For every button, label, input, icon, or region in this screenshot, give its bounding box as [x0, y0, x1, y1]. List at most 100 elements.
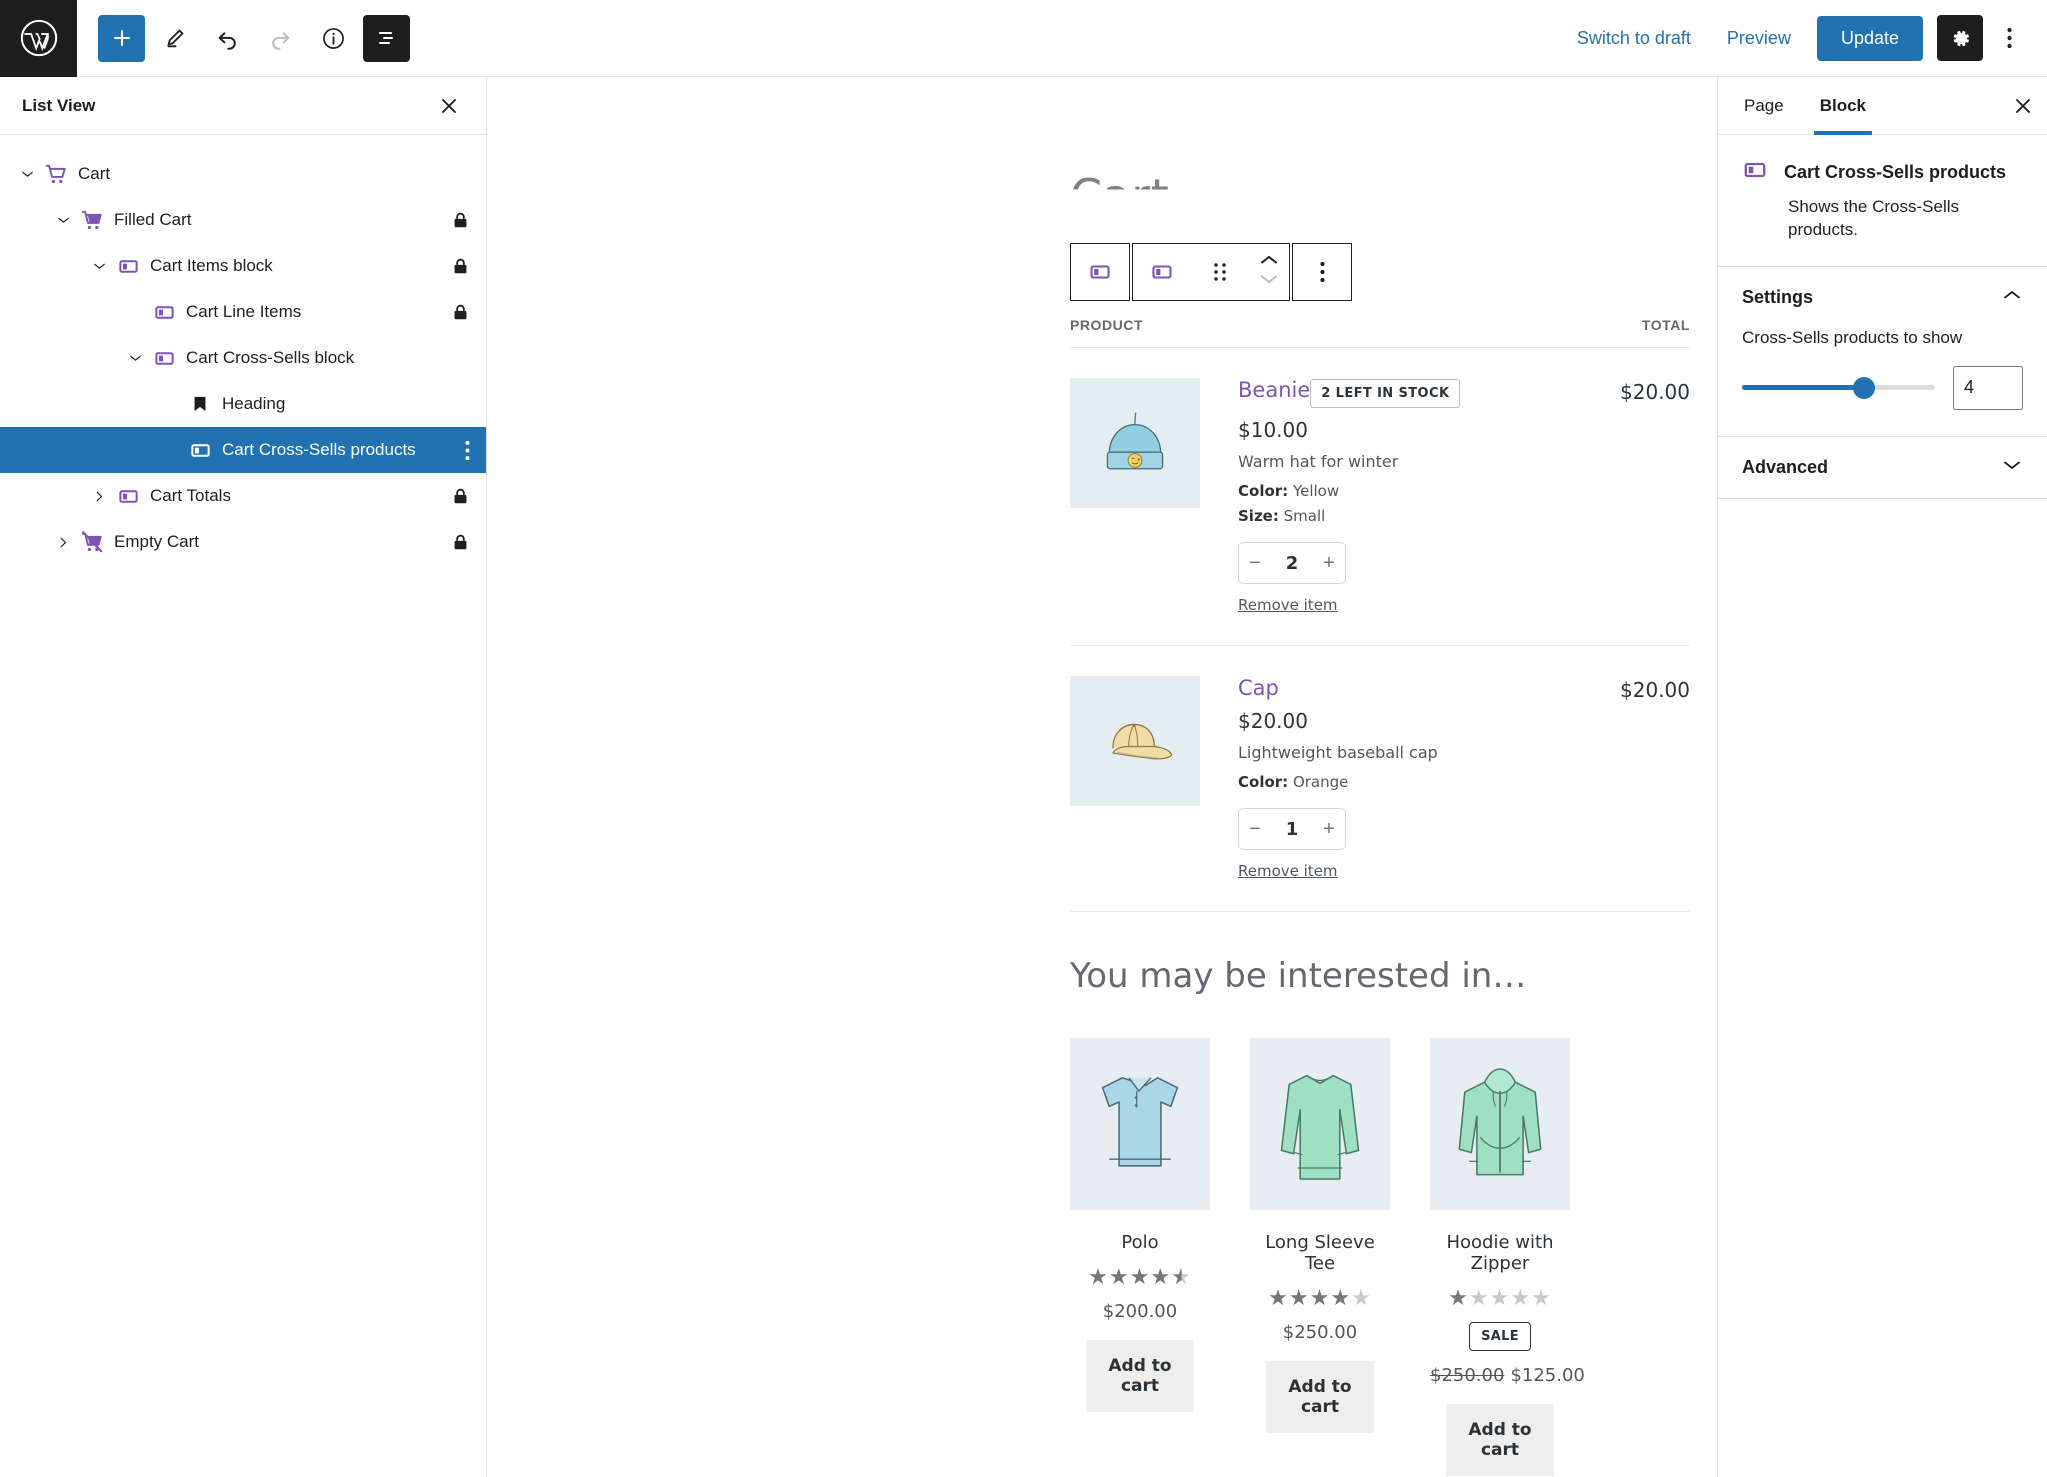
advanced-section-toggle[interactable]: Advanced — [1718, 437, 2047, 498]
star-icon-full: ★ — [1289, 1285, 1310, 1310]
editor-canvas: Cart — [487, 77, 1717, 1477]
block-columns-icon — [148, 301, 180, 324]
settings-section-toggle[interactable]: Settings — [1718, 267, 2047, 328]
list-view-item-label: Filled Cart — [114, 210, 191, 230]
select-parent-block-button[interactable] — [1071, 244, 1129, 300]
chevron-down-icon[interactable] — [14, 169, 40, 179]
block-toolbar — [1070, 243, 1352, 301]
cart-line-item: Cap$20.00Lightweight baseball capColor: … — [1070, 646, 1690, 912]
attribute-value: Orange — [1293, 773, 1348, 791]
quantity-stepper[interactable]: −2+ — [1238, 542, 1346, 584]
line-item-unit-price: $20.00 — [1238, 709, 1604, 733]
add-to-cart-button[interactable]: Add to cart — [1266, 1361, 1374, 1433]
list-view-item-label: Cart Items block — [150, 256, 273, 276]
close-icon[interactable] — [2013, 96, 2033, 116]
cart-empty-icon — [76, 530, 108, 554]
list-view-title: List View — [22, 96, 95, 116]
list-view-item-cart-cross-sells-block[interactable]: Cart Cross-Sells block — [0, 335, 486, 381]
add-block-button[interactable] — [98, 15, 145, 62]
remove-item-link[interactable]: Remove item — [1238, 596, 1338, 614]
quantity-stepper[interactable]: −1+ — [1238, 808, 1346, 850]
slider-thumb[interactable] — [1853, 377, 1875, 399]
line-item-total: $20.00 — [1604, 378, 1690, 404]
cross-sell-product-name[interactable]: Polo — [1070, 1232, 1210, 1253]
parent-block-group — [1070, 243, 1130, 301]
list-view-item-cart-cross-sells-products[interactable]: Cart Cross-Sells products — [0, 427, 486, 473]
list-view-item-cart[interactable]: Cart — [0, 151, 486, 197]
sale-badge: SALE — [1469, 1322, 1531, 1351]
star-icon-empty: ★ — [1531, 1285, 1552, 1310]
list-view-item-cart-totals[interactable]: Cart Totals — [0, 473, 486, 519]
close-icon[interactable] — [434, 91, 464, 121]
chevron-down-icon[interactable] — [1258, 272, 1280, 291]
list-view-item-empty-cart[interactable]: Empty Cart — [0, 519, 486, 565]
list-view-button[interactable] — [363, 15, 410, 62]
top-bar-actions: Switch to draft Preview Update — [1559, 15, 2047, 61]
quantity-increment-button[interactable]: + — [1313, 543, 1345, 583]
cross-sell-product-card: Hoodie with Zipper★★★★★SALE$250.00$125.0… — [1430, 1038, 1570, 1476]
quantity-value: 2 — [1271, 553, 1313, 574]
gear-icon[interactable] — [1937, 15, 1983, 61]
list-view-item-cart-line-items[interactable]: Cart Line Items — [0, 289, 486, 335]
star-icon-empty: ★ — [1490, 1285, 1511, 1310]
list-view-item-cart-items-block[interactable]: Cart Items block — [0, 243, 486, 289]
cross-sell-rating: ★★★★★ — [1430, 1287, 1570, 1309]
line-item-product-link[interactable]: Beanie — [1238, 378, 1310, 402]
chevron-right-icon[interactable] — [50, 536, 76, 549]
cross-sells-count-input[interactable] — [1953, 366, 2023, 410]
cross-sell-product-name[interactable]: Long Sleeve Tee — [1250, 1232, 1390, 1274]
cross-sells-count-slider[interactable] — [1742, 385, 1935, 390]
line-item-description: Lightweight baseball cap — [1238, 743, 1604, 762]
block-info: Cart Cross-Sells products Shows the Cros… — [1718, 135, 2047, 267]
block-options-kebab-icon[interactable] — [1293, 244, 1351, 300]
update-button[interactable]: Update — [1817, 16, 1923, 61]
cross-sell-product-name[interactable]: Hoodie with Zipper — [1430, 1232, 1570, 1274]
quantity-decrement-button[interactable]: − — [1239, 809, 1271, 849]
list-view-item-options-icon[interactable] — [465, 440, 470, 461]
block-columns-icon — [1742, 157, 1768, 188]
chevron-down-icon[interactable] — [50, 215, 76, 225]
chevron-down-icon — [2001, 458, 2023, 477]
add-to-cart-button[interactable]: Add to cart — [1446, 1404, 1554, 1476]
cross-sell-rating: ★★★★★ — [1070, 1266, 1210, 1288]
cross-sell-product-image[interactable] — [1250, 1038, 1390, 1210]
pencil-icon[interactable] — [151, 15, 198, 62]
undo-button[interactable] — [204, 15, 251, 62]
info-circle-icon[interactable] — [310, 15, 357, 62]
chevron-down-icon[interactable] — [86, 261, 112, 271]
editor-body: List View Cart Filled Cart Cart Items bloc… — [0, 77, 2047, 1477]
lock-icon — [451, 487, 470, 506]
cross-sells-products: Polo★★★★★$200.00Add to cartLong Sleeve T… — [1070, 1038, 1690, 1476]
cross-sell-product-image[interactable] — [1430, 1038, 1570, 1210]
cross-sell-product-image[interactable] — [1070, 1038, 1210, 1210]
tab-page[interactable]: Page — [1726, 77, 1802, 135]
cross-sell-product-card: Long Sleeve Tee★★★★★$250.00Add to cart — [1250, 1038, 1390, 1433]
quantity-decrement-button[interactable]: − — [1239, 543, 1271, 583]
lock-icon — [451, 211, 470, 230]
drag-handle-icon[interactable] — [1191, 244, 1249, 300]
preview-button[interactable]: Preview — [1709, 18, 1809, 59]
wordpress-logo-icon[interactable] — [0, 0, 77, 77]
heading-bookmark-icon — [184, 394, 216, 414]
list-view-item-heading[interactable]: Heading — [0, 381, 486, 427]
remove-item-link[interactable]: Remove item — [1238, 862, 1338, 880]
block-columns-icon — [112, 255, 144, 278]
tab-block[interactable]: Block — [1802, 77, 1884, 135]
stock-badge: 2 LEFT IN STOCK — [1310, 379, 1460, 408]
add-to-cart-button[interactable]: Add to cart — [1086, 1340, 1194, 1412]
list-view-item-filled-cart[interactable]: Filled Cart — [0, 197, 486, 243]
chevron-right-icon[interactable] — [86, 490, 112, 503]
kebab-menu-icon[interactable] — [1989, 15, 2029, 61]
editor-top-bar: Switch to draft Preview Update — [0, 0, 2047, 77]
top-bar-tools — [77, 15, 410, 62]
line-item-product-link[interactable]: Cap — [1238, 676, 1279, 700]
block-type-button[interactable] — [1133, 244, 1191, 300]
chevron-up-icon[interactable] — [1258, 253, 1280, 272]
star-icon-full: ★ — [1130, 1264, 1151, 1289]
chevron-down-icon[interactable] — [122, 353, 148, 363]
switch-to-draft-button[interactable]: Switch to draft — [1559, 18, 1709, 59]
quantity-increment-button[interactable]: + — [1313, 809, 1345, 849]
redo-button[interactable] — [257, 15, 304, 62]
cross-sell-rating: ★★★★★ — [1250, 1287, 1390, 1309]
clipped-cart-heading: Cart — [1070, 169, 1169, 223]
